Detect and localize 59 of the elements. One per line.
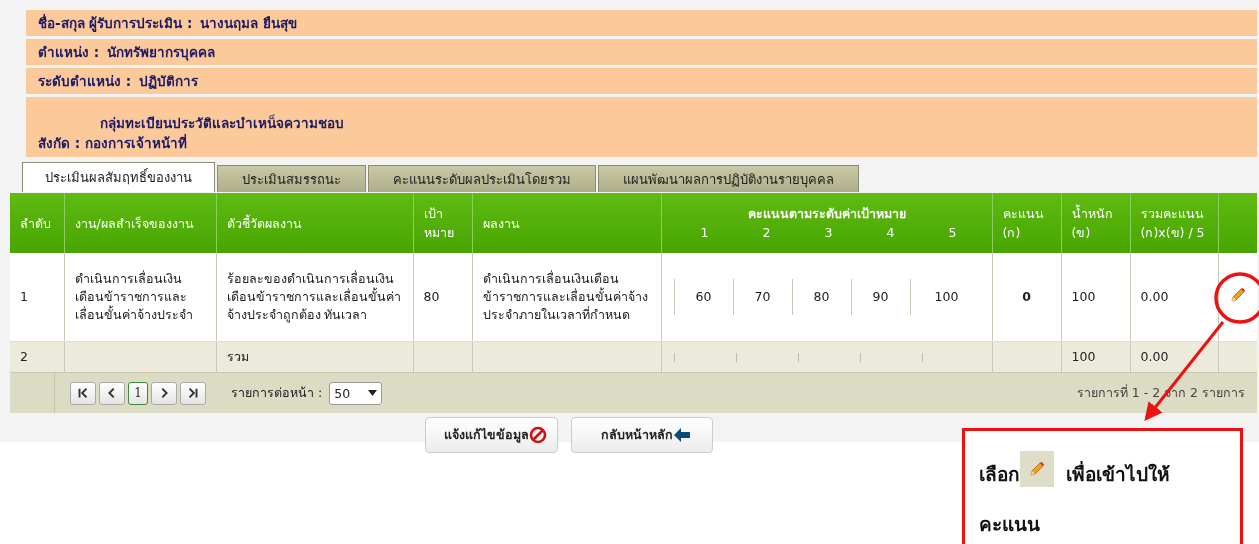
last-page-button[interactable] bbox=[180, 381, 206, 405]
tab[interactable]: ประเมินผลสัมฤทธิ์ของงาน bbox=[22, 162, 215, 192]
left-arrow-icon bbox=[672, 427, 691, 443]
info-value: ปฏิบัติการ bbox=[139, 72, 199, 91]
table-cell: ดำเนินการเลื่อนเงินเดือนข้าราชการและเลื่อนขั้นค่าจ้างประจำภายในเวลาที่กำหนด bbox=[482, 271, 648, 322]
table-cell: 0.00 bbox=[1140, 349, 1169, 364]
column-header: ตัวชี้วัดผลงาน bbox=[216, 193, 413, 253]
column-header: คะแนน (ก) bbox=[992, 193, 1061, 253]
column-header: น้ำหนัก (ข) bbox=[1061, 193, 1130, 253]
tab[interactable]: ประเมินสมรรถนะ bbox=[217, 165, 366, 192]
table-cell: 2 bbox=[20, 349, 28, 364]
info-label: ระดับตำแหน่ง : bbox=[38, 72, 132, 91]
callout-text: คะแนน bbox=[979, 513, 1040, 535]
table-cell: ร้อยละของดำเนินการเลื่อนเงินเดือนข้าราชการและเลื่อนขั้นค่าจ้างประจำถูกต้อง ทันเวลา bbox=[226, 271, 401, 322]
info-label: ตำแหน่ง : bbox=[38, 43, 100, 62]
table-cell: 80 bbox=[423, 289, 440, 304]
info-label: ชื่อ-สกุล ผู้รับการประเมิน : bbox=[38, 13, 193, 34]
info-label: สังกัด : กองการเจ้าหน้าที่ bbox=[38, 133, 187, 153]
level-number: 3 bbox=[823, 224, 834, 242]
level-score: 70 bbox=[732, 279, 792, 315]
caret-icon bbox=[368, 390, 378, 396]
table-cell: 0.00 bbox=[1140, 289, 1169, 304]
level-number: 2 bbox=[761, 224, 772, 242]
tab[interactable]: คะแนนระดับผลประเมินโดยรวม bbox=[368, 165, 596, 192]
column-header: คะแนนตามระดับค่าเป้าหมาย bbox=[747, 205, 906, 223]
level-number: 4 bbox=[885, 224, 896, 242]
tab[interactable]: แผนพัฒนาผลการปฏิบัติงานรายบุคคล bbox=[598, 165, 859, 192]
table-cell: รวม bbox=[226, 349, 249, 364]
first-page-button[interactable] bbox=[70, 381, 96, 405]
pencil-icon[interactable] bbox=[1029, 461, 1045, 477]
level-number: 1 bbox=[699, 224, 710, 242]
pencil-icon[interactable] bbox=[1229, 286, 1246, 303]
prev-page-button[interactable] bbox=[99, 381, 125, 405]
right-chevron-icon bbox=[186, 386, 200, 400]
callout-text: เพื่อเข้าไปให้ bbox=[1066, 460, 1170, 487]
column-header: ผลงาน bbox=[472, 193, 661, 253]
level-score: 60 bbox=[673, 279, 733, 315]
callout-text: เลือก bbox=[979, 462, 1020, 487]
level-score: 100 bbox=[909, 279, 983, 315]
page-button[interactable]: 1 bbox=[128, 381, 148, 405]
table-cell: 0 bbox=[1022, 289, 1031, 304]
column-header: งาน/ผลสำเร็จของงาน bbox=[64, 193, 216, 253]
table-cell: 100 bbox=[1071, 349, 1096, 364]
per-page-label: รายการต่อหน้า : bbox=[231, 384, 323, 402]
info-value: นางนฤมล ยืนสุข bbox=[200, 14, 298, 34]
level-score: 90 bbox=[850, 279, 910, 315]
info-value: กลุ่มทะเบียนประวัติและบำเหน็จความชอบ bbox=[100, 113, 344, 133]
column-header: ลำดับ bbox=[10, 193, 64, 253]
table-cell: ดำเนินการเลื่อนเงินเดือนข้าราชการและเลื่อนขั้นค่าจ้างประจำ bbox=[74, 271, 193, 322]
level-number: 5 bbox=[947, 224, 958, 242]
left-chevron-icon bbox=[76, 386, 90, 400]
next-page-button[interactable] bbox=[151, 381, 177, 405]
table-cell: 1 bbox=[20, 289, 28, 304]
info-value: นักทรัพยากรบุคคล bbox=[107, 43, 216, 63]
column-header: เป้าหมาย bbox=[413, 193, 472, 253]
table-cell: 100 bbox=[1071, 289, 1096, 304]
column-header: รวมคะแนน (ก)x(ข) / 5 bbox=[1130, 193, 1218, 253]
per-page-select[interactable]: 50 bbox=[329, 381, 383, 405]
level-score: 80 bbox=[791, 279, 851, 315]
